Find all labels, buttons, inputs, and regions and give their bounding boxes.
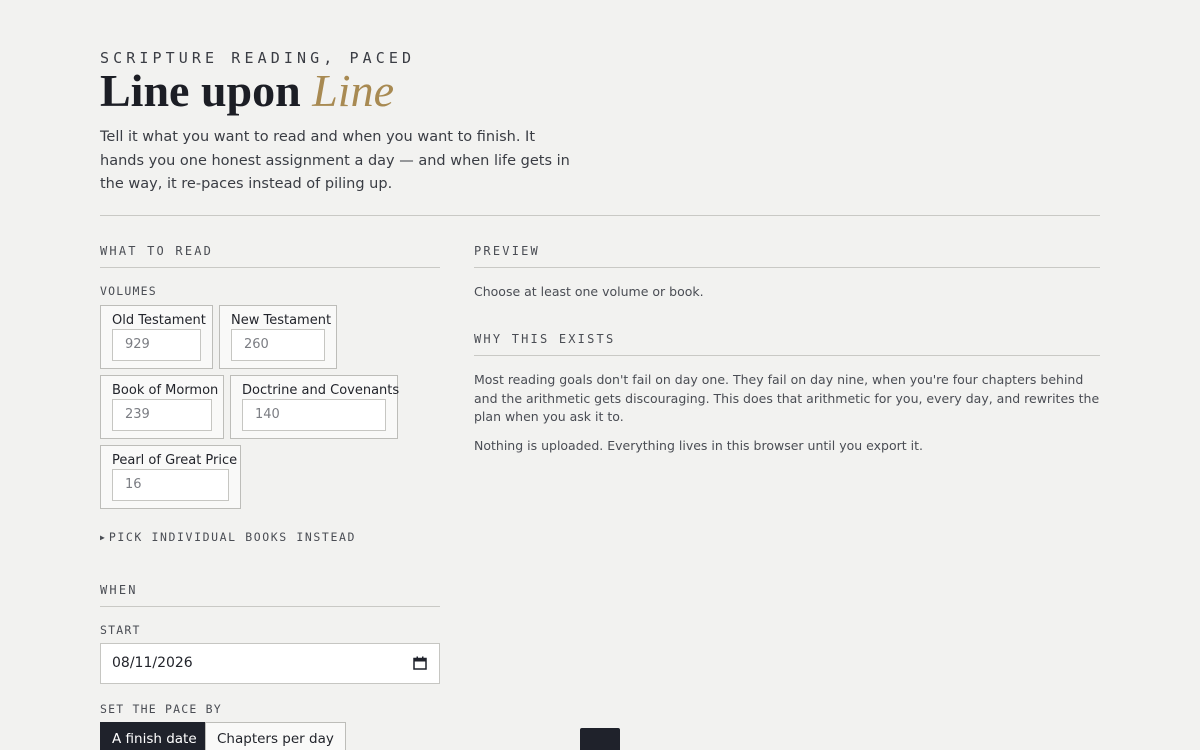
when-heading: WHEN xyxy=(100,583,138,597)
preview-empty-message: Choose at least one volume or book. xyxy=(474,284,704,299)
volume-card-book-of-mormon[interactable]: Book of Mormon 239 xyxy=(100,375,224,439)
start-label: START xyxy=(100,623,141,637)
section-divider xyxy=(474,355,1100,356)
why-paragraph: Most reading goals don't fail on day one… xyxy=(474,372,1100,424)
start-date-input[interactable]: 08/11/2026 xyxy=(100,643,440,684)
volume-name: Pearl of Great Price xyxy=(112,453,238,468)
volume-chapters-input[interactable]: 260 xyxy=(231,329,325,361)
title-main: Line upon xyxy=(100,65,313,116)
calendar-icon[interactable] xyxy=(413,656,427,670)
volume-name: New Testament xyxy=(231,313,332,328)
disclosure-triangle-icon: ▶ xyxy=(100,533,105,542)
volume-name: Doctrine and Covenants xyxy=(242,383,400,398)
volume-chapters-input[interactable]: 929 xyxy=(112,329,201,361)
page-title: Line upon Line xyxy=(100,64,394,117)
why-heading: WHY THIS EXISTS xyxy=(474,332,616,346)
floating-action-button[interactable] xyxy=(580,728,620,750)
title-accent: Line xyxy=(312,65,394,116)
preview-heading: PREVIEW xyxy=(474,244,540,258)
pace-finish-date-button[interactable]: A finish date xyxy=(100,722,209,750)
volume-chapters-input[interactable]: 239 xyxy=(112,399,212,431)
volume-chapters-input[interactable]: 140 xyxy=(242,399,386,431)
volumes-label: VOLUMES xyxy=(100,284,157,298)
volume-chapters-input[interactable]: 16 xyxy=(112,469,229,501)
volume-card-old-testament[interactable]: Old Testament 929 xyxy=(100,305,213,369)
intro-text: Tell it what you want to read and when y… xyxy=(100,129,570,192)
start-date-value: 08/11/2026 xyxy=(112,655,193,671)
volume-name: Book of Mormon xyxy=(112,383,219,398)
pace-chapters-per-day-button[interactable]: Chapters per day xyxy=(205,722,346,750)
header-divider xyxy=(100,215,1100,216)
volume-card-new-testament[interactable]: New Testament 260 xyxy=(219,305,337,369)
volume-name: Old Testament xyxy=(112,313,206,328)
section-divider xyxy=(100,606,440,607)
pick-books-label: PICK INDIVIDUAL BOOKS INSTEAD xyxy=(108,530,357,544)
pace-label: SET THE PACE BY xyxy=(100,702,222,716)
section-divider xyxy=(100,267,440,268)
volume-card-doctrine-and-covenants[interactable]: Doctrine and Covenants 140 xyxy=(230,375,400,439)
volume-card-pearl-of-great-price[interactable]: Pearl of Great Price 16 xyxy=(100,445,241,509)
pick-books-toggle[interactable]: ▶ PICK INDIVIDUAL BOOKS INSTEAD xyxy=(100,530,356,544)
section-divider xyxy=(474,267,1100,268)
why-paragraph: Nothing is uploaded. Everything lives in… xyxy=(474,438,923,453)
what-to-read-heading: WHAT TO READ xyxy=(100,244,214,258)
